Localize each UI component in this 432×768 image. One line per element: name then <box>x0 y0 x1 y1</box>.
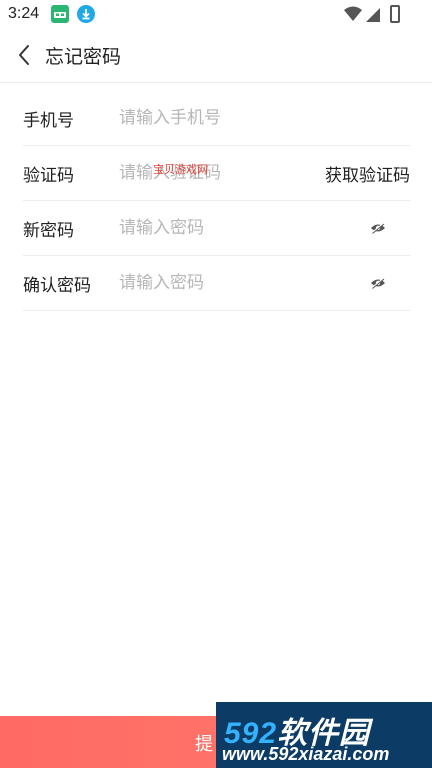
page-title: 忘记密码 <box>45 46 122 68</box>
confirm-password-label: 确认密码 <box>23 276 91 296</box>
signal-icon <box>366 8 380 22</box>
submit-label: 提 <box>195 734 213 755</box>
new-password-input[interactable] <box>119 213 309 243</box>
brand-watermark: 592软件园 www.592xiazai.com <box>216 702 432 768</box>
code-label: 验证码 <box>23 166 74 186</box>
eye-off-icon[interactable] <box>370 276 386 290</box>
reset-password-form: 手机号 验证码 宝贝游戏网 获取验证码 新密码 确认密码 <box>0 91 432 311</box>
get-code-button[interactable]: 获取验证码 <box>325 161 410 186</box>
status-time: 3:24 <box>8 5 40 22</box>
confirm-password-input[interactable] <box>119 268 309 298</box>
phone-label: 手机号 <box>23 111 74 131</box>
app-icon <box>51 5 69 23</box>
confirm-password-row: 确认密码 <box>23 256 410 311</box>
brand-url: www.592xiazai.com <box>222 744 390 764</box>
chevron-left-icon <box>19 45 29 65</box>
phone-row: 手机号 <box>23 91 410 146</box>
wifi-icon <box>344 6 362 21</box>
phone-input[interactable] <box>119 103 309 133</box>
eye-off-icon[interactable] <box>370 221 386 235</box>
battery-icon <box>390 5 400 23</box>
code-input[interactable] <box>119 158 309 188</box>
download-icon <box>77 5 95 23</box>
new-password-row: 新密码 <box>23 201 410 256</box>
new-password-label: 新密码 <box>23 221 74 241</box>
code-row: 验证码 宝贝游戏网 获取验证码 <box>23 146 410 201</box>
status-bar: 3:24 <box>0 0 432 30</box>
back-button[interactable] <box>10 40 38 70</box>
watermark: 宝贝游戏网 <box>153 163 208 176</box>
header: 忘记密码 <box>0 30 432 83</box>
